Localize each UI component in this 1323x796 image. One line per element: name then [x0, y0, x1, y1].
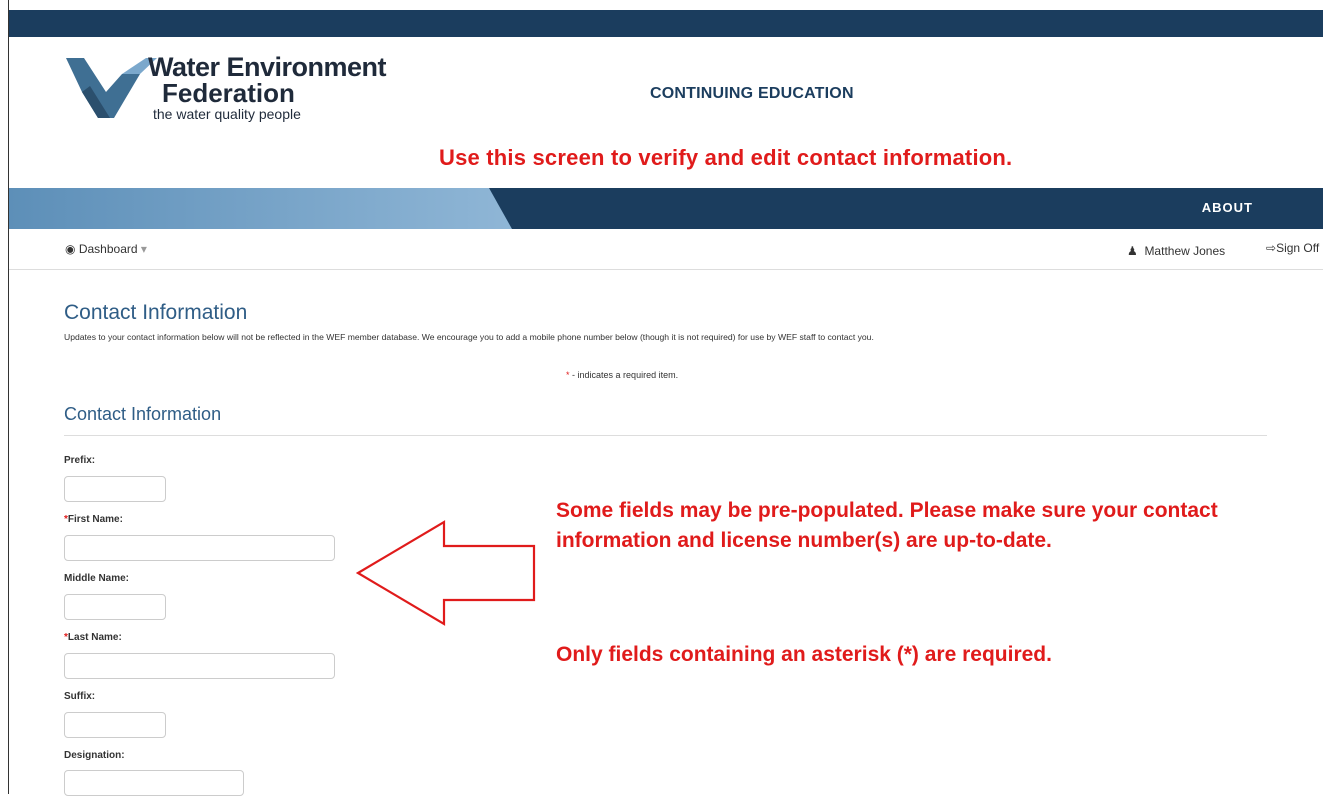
- required-note: * - indicates a required item.: [566, 370, 678, 380]
- user-icon: ♟: [1127, 244, 1138, 258]
- annotation-middle: Some fields may be pre-populated. Please…: [556, 499, 1218, 552]
- nav-band: ABOUT: [9, 188, 1323, 229]
- annotation-bottom: Only fields containing an asterisk (*) a…: [556, 643, 1052, 666]
- top-bar: [9, 10, 1323, 37]
- arrow-left-icon: [356, 520, 536, 626]
- prefix-input[interactable]: [64, 476, 166, 502]
- wef-logo[interactable]: Water Environment Federation the water q…: [62, 52, 402, 132]
- dashboard-menu[interactable]: ◉ Dashboard ▾: [65, 242, 147, 256]
- annotation-top: Use this screen to verify and edit conta…: [439, 145, 1013, 170]
- dashboard-icon: ◉: [65, 242, 76, 256]
- section-divider: [64, 435, 1267, 436]
- left-border: [8, 0, 9, 794]
- first-name-label-text: First Name:: [67, 514, 123, 525]
- intro-text: Updates to your contact information belo…: [64, 332, 874, 342]
- sign-off-icon: ⇨: [1266, 241, 1277, 255]
- middle-name-input[interactable]: [64, 594, 166, 620]
- first-name-input[interactable]: [64, 535, 335, 561]
- sub-nav: ◉ Dashboard ▾ ♟ Matthew Jones ⇨Sign Off: [9, 229, 1323, 270]
- section-heading: Contact Information: [64, 404, 222, 424]
- nav-about-link[interactable]: ABOUT: [1202, 200, 1253, 215]
- last-name-input[interactable]: [64, 653, 335, 679]
- middle-name-label: Middle Name:: [64, 573, 130, 584]
- user-menu[interactable]: ♟ Matthew Jones: [1127, 244, 1225, 258]
- nav-band-graphic: [9, 188, 512, 229]
- sign-off-label: Sign Off: [1276, 241, 1320, 255]
- prefix-label: Prefix:: [64, 455, 96, 466]
- dashboard-label: Dashboard: [78, 242, 138, 256]
- required-note-text: - indicates a required item.: [572, 370, 679, 380]
- sign-off-link[interactable]: ⇨Sign Off: [1266, 241, 1319, 255]
- page-title: Contact Information: [64, 301, 248, 324]
- wef-logo-mark-icon: [66, 58, 157, 118]
- user-name: Matthew Jones: [1144, 244, 1226, 258]
- first-name-label: *First Name:: [64, 514, 123, 525]
- section-title: CONTINUING EDUCATION: [650, 85, 854, 102]
- last-name-label-text: Last Name:: [67, 632, 122, 643]
- required-asterisk: *: [566, 370, 570, 380]
- suffix-input[interactable]: [64, 712, 166, 738]
- suffix-label: Suffix:: [64, 691, 96, 702]
- chevron-down-icon: ▾: [140, 242, 147, 256]
- designation-label: Designation:: [64, 750, 125, 761]
- designation-input[interactable]: [64, 770, 244, 796]
- logo-tagline: the water quality people: [153, 106, 301, 122]
- logo-subtitle: Federation: [162, 78, 295, 108]
- last-name-label: *Last Name:: [64, 632, 122, 643]
